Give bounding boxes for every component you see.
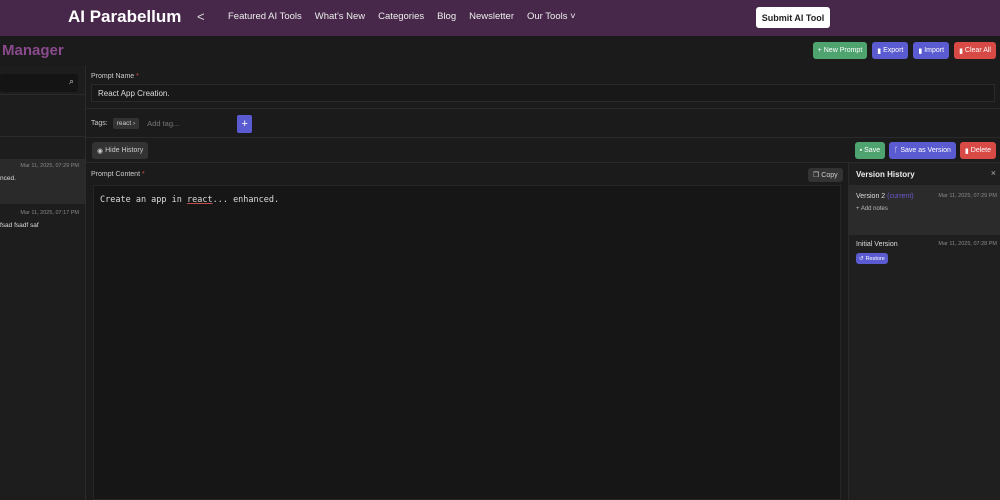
copy-icon: ❐ xyxy=(813,172,820,179)
export-label: Export xyxy=(883,47,904,54)
version-history-panel: Version History × Version 2 (current) Ma… xyxy=(848,163,1000,500)
divider xyxy=(0,136,85,137)
save-icon: ▪ xyxy=(859,147,863,154)
prompt-name-label: Prompt Name * xyxy=(91,73,139,80)
add-tag-button[interactable]: + xyxy=(237,114,253,133)
save-version-button[interactable]: ᚴ Save as Version xyxy=(889,142,956,159)
save-version-label: Save as Version xyxy=(900,147,951,154)
nav-newsletter[interactable]: Newsletter xyxy=(469,11,514,22)
top-nav: AI Parabellum < Featured AI Tools What's… xyxy=(0,0,1000,36)
version-item[interactable]: Initial Version Mar 11, 2025, 07:28 PM ↺… xyxy=(849,236,1000,272)
copy-button[interactable]: ❐ Copy xyxy=(808,168,843,182)
add-tag-input[interactable]: Add tag... xyxy=(144,119,232,128)
nav-categories[interactable]: Categories xyxy=(378,11,424,22)
version-date: Mar 11, 2025, 07:29 PM xyxy=(938,193,997,199)
search-icon: ⌕ xyxy=(68,76,74,86)
delete-label: Delete xyxy=(970,147,991,154)
version-date: Mar 11, 2025, 07:28 PM xyxy=(938,241,997,247)
nav-our-tools[interactable]: Our Tools ˅ xyxy=(527,11,576,22)
close-icon[interactable]: × xyxy=(991,168,996,178)
save-label: Save xyxy=(864,147,881,154)
clear-all-label: Clear All xyxy=(964,47,991,54)
prompt-content-label: Prompt Content * xyxy=(91,171,145,178)
restore-label: Restore xyxy=(865,255,885,262)
prompt-list-item[interactable]: Mar 11, 2025, 07:29 PM nced. xyxy=(0,159,85,204)
export-button[interactable]: ▮ Export xyxy=(872,42,909,59)
current-badge: (current) xyxy=(887,193,914,200)
new-prompt-label: New Prompt xyxy=(823,47,863,54)
prompt-sidebar: ⌕ Mar 11, 2025, 07:29 PM nced. Mar 11, 2… xyxy=(0,66,86,500)
hide-history-button[interactable]: ◉ Hide History xyxy=(92,142,149,159)
version-name: Version 2 xyxy=(856,193,886,200)
nav-our-tools-label: Our Tools xyxy=(527,11,568,22)
eye-slash-icon: ◉ xyxy=(97,147,104,155)
delete-button[interactable]: ▮ Delete xyxy=(959,142,996,159)
version-item[interactable]: Version 2 (current) Mar 11, 2025, 07:29 … xyxy=(849,185,1000,235)
import-icon: ▮ xyxy=(918,47,923,55)
trash-icon: ▮ xyxy=(959,47,963,55)
nav-blog[interactable]: Blog xyxy=(437,11,456,22)
save-button[interactable]: ▪ Save xyxy=(854,142,886,159)
undo-icon: ↺ xyxy=(859,255,864,262)
plus-icon: + xyxy=(817,47,822,54)
tags-label: Tags: xyxy=(91,120,108,127)
share-icon[interactable]: < xyxy=(197,9,205,24)
page-title: Manager xyxy=(2,42,64,59)
search-input[interactable]: ⌕ xyxy=(0,74,78,92)
prompt-list-item[interactable]: Mar 11, 2025, 07:17 PM fsad fsadf saf xyxy=(0,206,85,246)
item-date: Mar 11, 2025, 07:29 PM xyxy=(20,163,79,169)
new-prompt-button[interactable]: + New Prompt xyxy=(812,42,868,59)
export-icon: ▮ xyxy=(877,47,882,55)
clear-all-button[interactable]: ▮ Clear All xyxy=(954,42,996,59)
chevron-down-icon: ˅ xyxy=(567,11,576,22)
nav-whats-new[interactable]: What's New xyxy=(315,11,365,22)
copy-label: Copy xyxy=(821,171,838,179)
version-history-title: Version History xyxy=(856,170,915,179)
version-name: Initial Version xyxy=(856,241,898,248)
nav-featured[interactable]: Featured AI Tools xyxy=(228,11,302,22)
prompt-content-textarea[interactable]: Create an app in react... enhanced. xyxy=(93,185,841,500)
logo[interactable]: AI Parabellum xyxy=(68,7,181,27)
trash-icon: ▮ xyxy=(964,147,969,155)
import-label: Import xyxy=(924,47,945,54)
prompt-name-input[interactable]: React App Creation. xyxy=(91,84,995,102)
restore-button[interactable]: ↺ Restore xyxy=(856,253,888,264)
item-text: fsad fsadf saf xyxy=(0,222,39,229)
hide-history-label: Hide History xyxy=(105,147,144,154)
tag-chip[interactable]: react › xyxy=(112,118,140,129)
divider xyxy=(0,94,85,95)
import-button[interactable]: ▮ Import xyxy=(913,42,950,59)
submit-tool-button[interactable]: Submit AI Tool xyxy=(756,7,830,28)
add-notes-link[interactable]: + Add notes xyxy=(856,206,888,212)
item-text: nced. xyxy=(0,175,16,182)
branch-icon: ᚴ xyxy=(894,147,899,154)
item-date: Mar 11, 2025, 07:17 PM xyxy=(20,210,79,216)
